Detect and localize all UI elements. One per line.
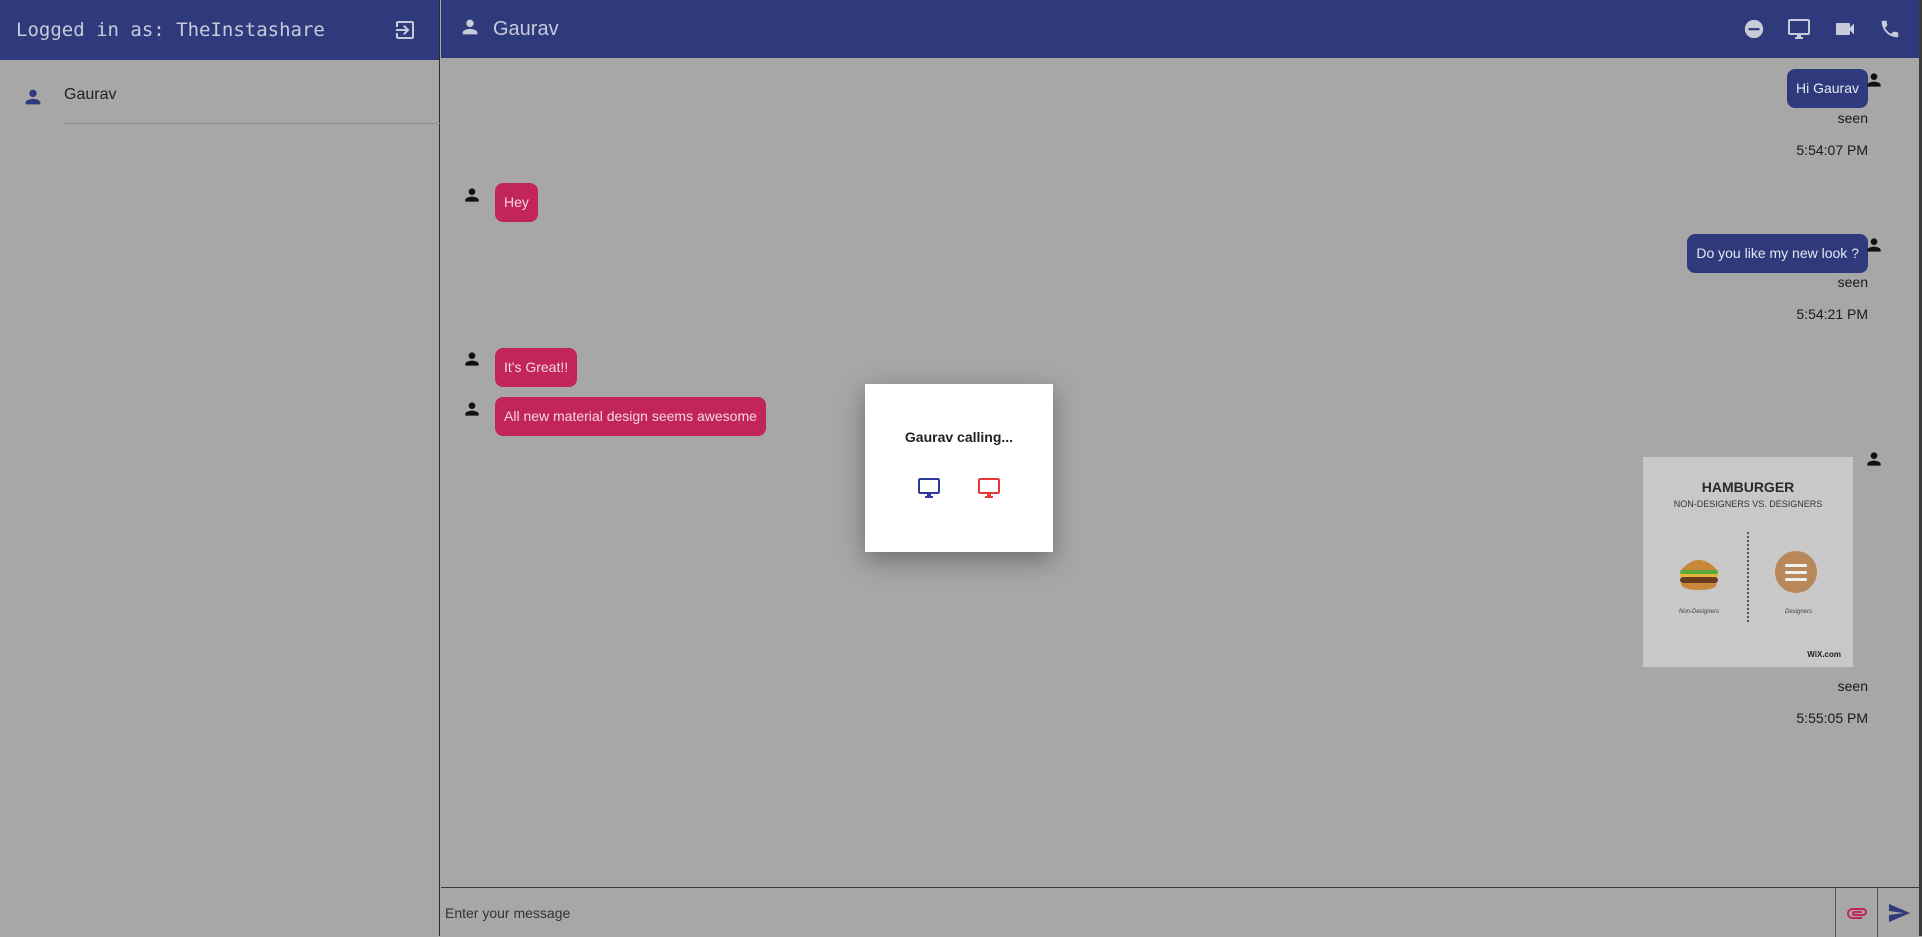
logged-in-label: Logged in as: TheInstashare — [16, 19, 325, 41]
screen-share-icon[interactable] — [1787, 17, 1811, 41]
message-bubble: It's Great!! — [495, 348, 578, 387]
contact-item-gaurav[interactable]: Gaurav — [0, 72, 440, 124]
accept-call-button[interactable] — [917, 476, 941, 500]
message-bubble: Do you like my new look ? — [1687, 234, 1868, 273]
message-input[interactable] — [441, 888, 1835, 937]
send-icon — [1888, 903, 1910, 922]
video-call-icon[interactable] — [1833, 17, 1857, 41]
contact-divider — [64, 123, 440, 124]
message-status: seen — [1837, 678, 1868, 694]
message-incoming: All new material design seems awesome — [495, 397, 766, 436]
person-icon — [1864, 235, 1884, 260]
message-outgoing: Hi Gaurav — [1786, 69, 1868, 108]
person-icon — [462, 185, 482, 210]
image-brand: WiX.com — [1807, 650, 1841, 659]
sidebar-header: Logged in as: TheInstashare — [0, 0, 439, 60]
phone-call-icon[interactable] — [1879, 18, 1901, 40]
message-incoming: It's Great!! — [495, 348, 578, 387]
person-icon — [459, 16, 481, 43]
message-bubble: Hey — [495, 183, 538, 222]
paperclip-icon — [1846, 907, 1867, 919]
message-time: 5:55:05 PM — [1796, 710, 1868, 726]
message-time: 5:54:07 PM — [1796, 142, 1868, 158]
sidebar: Logged in as: TheInstashare Gaurav — [0, 0, 440, 936]
logout-icon[interactable] — [393, 18, 417, 42]
block-icon[interactable] — [1743, 18, 1765, 40]
reject-call-button[interactable] — [977, 476, 1001, 500]
image-subtitle: NON-DESIGNERS VS. DESIGNERS — [1673, 499, 1823, 509]
message-status: seen — [1837, 274, 1868, 290]
hamburger-menu-icon — [1775, 551, 1817, 593]
person-icon — [462, 399, 482, 424]
burger-icon — [1680, 560, 1718, 590]
person-icon — [1864, 70, 1884, 95]
image-divider — [1747, 532, 1749, 622]
chat-actions — [1743, 17, 1901, 41]
message-image[interactable]: HAMBURGER NON-DESIGNERS VS. DESIGNERS No… — [1643, 457, 1853, 667]
incoming-call-dialog: Gaurav calling... — [865, 384, 1053, 552]
monitor-icon — [918, 478, 940, 498]
message-outgoing: Do you like my new look ? — [1687, 234, 1868, 273]
person-icon — [462, 349, 482, 374]
monitor-icon — [978, 478, 1000, 498]
message-time: 5:54:21 PM — [1796, 306, 1868, 322]
image-left-label: Non-Designers — [1679, 609, 1720, 615]
message-bubble: Hi Gaurav — [1786, 69, 1868, 108]
message-composer — [441, 887, 1919, 937]
calling-text: Gaurav calling... — [904, 429, 1014, 445]
image-title: HAMBURGER — [1701, 479, 1795, 495]
image-right-label: Designers — [1785, 609, 1813, 615]
chat-title: Gaurav — [493, 17, 559, 40]
chat-header: Gaurav — [441, 0, 1919, 58]
message-status: seen — [1837, 110, 1868, 126]
contact-name: Gaurav — [64, 86, 117, 103]
person-icon — [22, 86, 44, 113]
message-incoming: Hey — [495, 183, 538, 222]
send-button[interactable] — [1877, 888, 1919, 937]
call-buttons — [865, 476, 1053, 500]
message-bubble: All new material design seems awesome — [495, 397, 766, 436]
person-icon — [1864, 449, 1884, 474]
attach-file-button[interactable] — [1835, 888, 1877, 937]
